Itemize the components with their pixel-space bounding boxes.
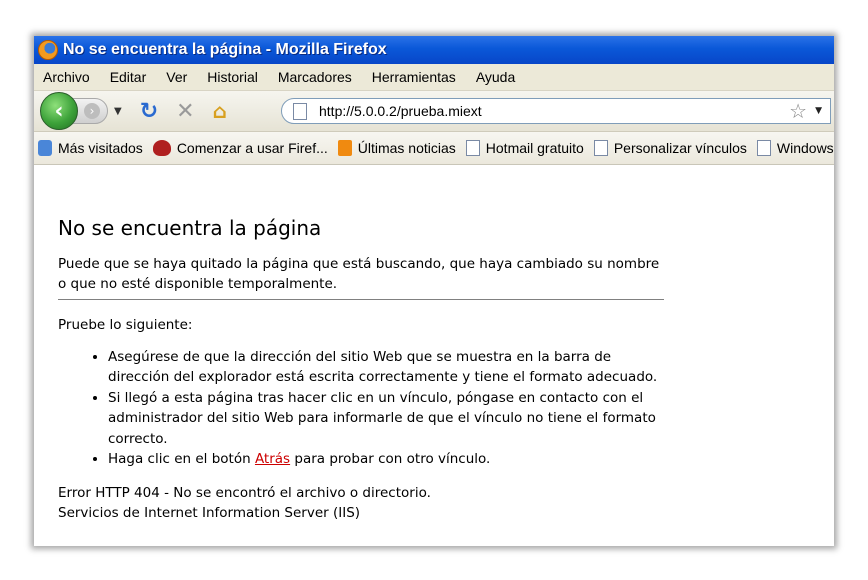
server-name: Servicios de Internet Information Server…: [58, 505, 361, 522]
menu-bar: Archivo Editar Ver Historial Marcadores …: [34, 64, 834, 91]
reload-icon[interactable]: ↻: [140, 99, 158, 124]
page-icon: [293, 102, 307, 120]
page-icon: [756, 140, 771, 156]
back-prefix-text: Haga clic en el botón: [108, 451, 255, 468]
menu-marcadores[interactable]: Marcadores: [278, 69, 352, 85]
back-link[interactable]: Atrás: [255, 451, 290, 467]
bookmark-personalizar[interactable]: Personalizar vínculos: [593, 140, 747, 156]
url-dropdown-icon[interactable]: ▼: [815, 106, 822, 116]
divider: [58, 299, 664, 300]
bookmark-star-icon[interactable]: ☆: [789, 99, 807, 123]
url-bar[interactable]: http://5.0.0.2/prueba.miext ☆ ▼: [281, 98, 831, 124]
bookmark-label: Más visitados: [58, 140, 143, 156]
menu-ayuda[interactable]: Ayuda: [476, 69, 515, 85]
page-content: No se encuentra la página Puede que se h…: [34, 174, 834, 523]
bookmarks-toolbar: Más visitados Comenzar a usar Firef... Ú…: [34, 132, 834, 165]
bookmark-mas-visitados[interactable]: Más visitados: [38, 140, 143, 156]
bookmark-label: Windows: [776, 140, 834, 156]
url-input[interactable]: http://5.0.0.2/prueba.miext: [319, 103, 789, 119]
title-bar: No se encuentra la página - Mozilla Fire…: [34, 36, 834, 64]
error-message: Error HTTP 404 - No se encontró el archi…: [58, 483, 664, 523]
list-item: Haga clic en el botón Atrás para probar …: [108, 449, 664, 469]
firefox-logo-icon: [38, 40, 58, 60]
error-code: Error HTTP 404 - No se encontró el archi…: [58, 485, 431, 502]
bookmark-windows[interactable]: Windows: [756, 140, 834, 156]
arrow-left-icon: ‹: [54, 98, 64, 124]
stop-icon[interactable]: ✕: [176, 99, 194, 124]
intro-text: Puede que se haya quitado la página que …: [58, 256, 660, 292]
bookmark-label: Últimas noticias: [357, 140, 456, 156]
navigation-toolbar: ‹ › ▼ ↻ ✕ ⌂ http://5.0.0.2/prueba.miext …: [34, 91, 834, 132]
menu-herramientas[interactable]: Herramientas: [372, 69, 456, 85]
window-title: No se encuentra la página - Mozilla Fire…: [63, 41, 387, 58]
home-icon[interactable]: ⌂: [213, 99, 227, 123]
list-item: Asegúrese de que la dirección del sitio …: [108, 347, 664, 388]
browser-window: No se encuentra la página - Mozilla Fire…: [34, 36, 834, 546]
try-label: Pruebe lo siguiente:: [58, 317, 193, 333]
menu-historial[interactable]: Historial: [207, 69, 258, 85]
menu-archivo[interactable]: Archivo: [43, 69, 90, 85]
page-icon: [593, 140, 608, 156]
arrow-right-icon: ›: [84, 103, 100, 119]
page-icon: [465, 140, 480, 156]
history-dropdown-icon[interactable]: ▼: [114, 106, 122, 117]
suggestion-list: Asegúrese de que la dirección del sitio …: [58, 347, 664, 469]
back-suffix-text: para probar con otro vínculo.: [290, 451, 491, 468]
bookmark-comenzar[interactable]: Comenzar a usar Firef...: [152, 140, 328, 156]
bookmark-hotmail[interactable]: Hotmail gratuito: [465, 140, 584, 156]
firefox-bookmark-icon: [152, 140, 171, 156]
menu-editar[interactable]: Editar: [110, 69, 147, 85]
list-item: Si llegó a esta página tras hacer clic e…: [108, 388, 664, 449]
bookmark-ultimas-noticias[interactable]: Últimas noticias: [337, 140, 456, 156]
bookmark-label: Personalizar vínculos: [613, 140, 747, 156]
bookmark-label: Hotmail gratuito: [485, 140, 584, 156]
menu-ver[interactable]: Ver: [166, 69, 187, 85]
bookmark-label: Comenzar a usar Firef...: [176, 140, 328, 156]
rss-icon: [337, 140, 352, 156]
page-title: No se encuentra la página: [58, 216, 322, 240]
back-button[interactable]: ‹: [40, 92, 78, 130]
folder-icon: [38, 140, 52, 156]
